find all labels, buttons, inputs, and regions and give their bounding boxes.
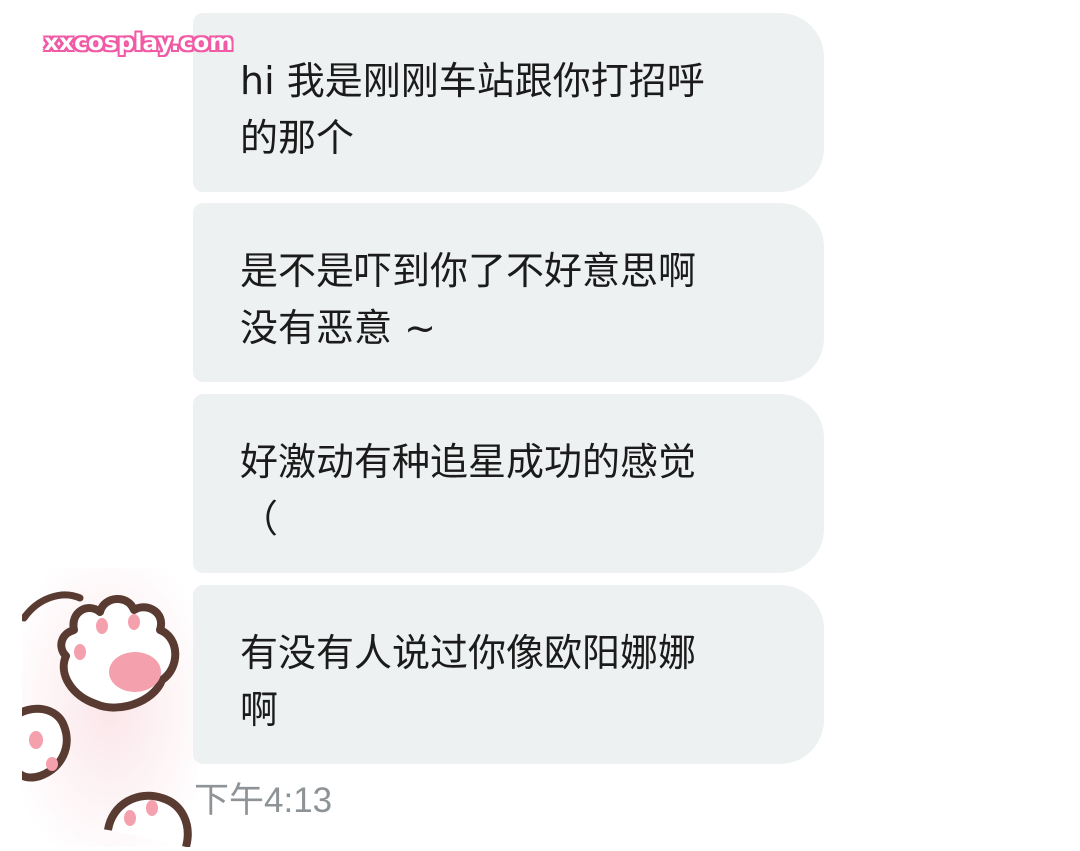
cat-paw-icon [8, 568, 198, 849]
message-text: 有没有人说过你像欧阳娜娜 啊 [240, 631, 697, 732]
message-text: 是不是吓到你了不好意思啊 没有恶意 ~ [240, 249, 697, 350]
message-text: hi 我是刚刚车站跟你打招呼 的那个 [240, 59, 705, 160]
message-timestamp: 下午4:13 [194, 781, 333, 820]
message-bubble[interactable]: 是不是吓到你了不好意思啊 没有恶意 ~ [193, 203, 824, 382]
message-bubble[interactable]: 有没有人说过你像欧阳娜娜 啊 [193, 585, 824, 764]
message-text: 好激动有种追星成功的感觉 （ [240, 440, 697, 541]
watermark-logo: xxcosplay.com [44, 30, 234, 56]
avatar[interactable] [8, 568, 198, 849]
message-bubble[interactable]: 好激动有种追星成功的感觉 （ [193, 394, 824, 573]
message-bubble[interactable]: hi 我是刚刚车站跟你打招呼 的那个 [193, 13, 824, 192]
